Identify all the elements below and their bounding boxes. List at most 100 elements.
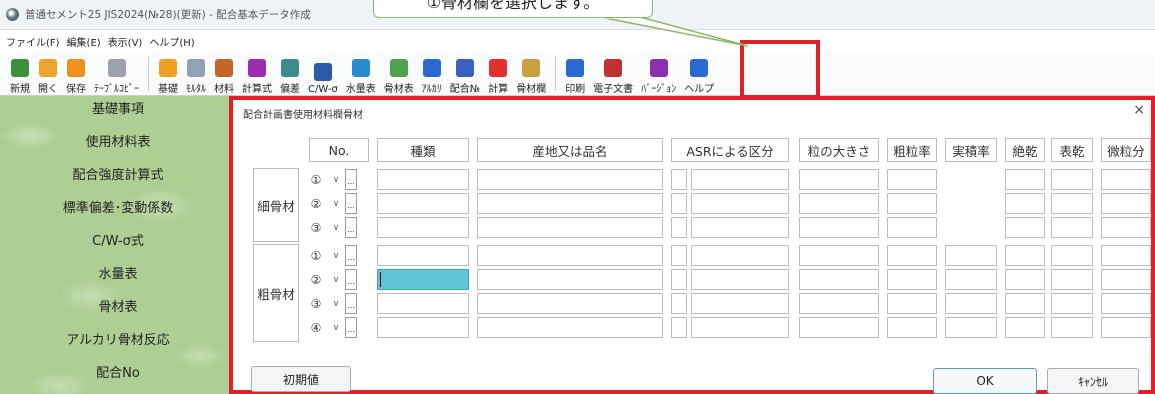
table-cell[interactable] [887,193,937,214]
chevron-down-icon[interactable]: ∨ [329,269,343,290]
table-cell[interactable] [1101,269,1151,290]
table-cell[interactable] [887,169,937,190]
coarse-aggregate-group: 粗骨材 [253,244,299,342]
table-cell[interactable] [887,217,937,238]
table-cell[interactable] [1051,169,1093,190]
sidebar-item-4[interactable]: C/W-σ式 [0,224,236,254]
table-cell[interactable] [477,293,663,314]
table-cell[interactable] [799,317,879,338]
sidebar-item-0[interactable]: 基礎事項 [0,92,236,122]
table-cell[interactable] [1051,217,1093,238]
table-cell[interactable] [945,317,997,338]
browse-button[interactable]: ... [345,269,357,290]
table-cell[interactable] [377,293,469,314]
table-cell[interactable] [887,293,937,314]
table-cell[interactable] [377,217,469,238]
cancel-button[interactable]: ｷｬﾝｾﾙ [1047,368,1139,394]
table-cell[interactable] [671,169,687,190]
table-cell[interactable] [691,269,789,290]
table-cell[interactable] [799,245,879,266]
table-cell[interactable] [945,245,997,266]
table-cell[interactable] [671,317,687,338]
browse-button[interactable]: ... [345,293,357,314]
table-cell[interactable] [945,293,997,314]
browse-button[interactable]: ... [345,217,357,238]
sidebar-item-7[interactable]: アルカリ骨材反応 [0,323,236,353]
gear-icon [159,59,177,77]
table-cell[interactable] [799,293,879,314]
browse-button[interactable]: ... [345,317,357,338]
chevron-down-icon[interactable]: ∨ [329,193,343,214]
table-cell[interactable] [671,245,687,266]
table-cell[interactable] [1101,317,1151,338]
sidebar-item-6[interactable]: 骨材表 [0,290,236,320]
chevron-down-icon[interactable]: ∨ [329,217,343,238]
chevron-down-icon[interactable]: ∨ [329,245,343,266]
sidebar-item-5[interactable]: 水量表 [0,257,236,287]
browse-button[interactable]: ... [345,245,357,266]
table-cell[interactable] [799,217,879,238]
row-number: ③ [310,220,322,235]
close-icon[interactable]: × [1133,102,1145,118]
table-cell[interactable] [691,245,789,266]
mortar-icon [187,59,205,77]
table-cell[interactable] [1101,293,1151,314]
table-cell[interactable] [691,317,789,338]
formula-icon [248,59,266,77]
table-cell[interactable] [477,217,663,238]
row-number: ① [310,172,322,187]
table-cell[interactable] [1005,269,1045,290]
table-cell[interactable] [477,169,663,190]
table-cell[interactable] [691,217,789,238]
sidebar-item-3[interactable]: 標準偏差･変動係数 [0,191,236,221]
table-cell[interactable] [377,245,469,266]
chevron-down-icon[interactable]: ∨ [329,293,343,314]
table-cell[interactable] [799,193,879,214]
table-cell[interactable] [691,169,789,190]
table-cell[interactable] [887,317,937,338]
table-cell[interactable] [1005,193,1045,214]
table-cell[interactable] [1051,317,1093,338]
table-cell[interactable] [1101,193,1151,214]
table-cell[interactable] [945,269,997,290]
table-cell[interactable] [377,269,469,290]
table-cell[interactable] [1051,293,1093,314]
table-cell[interactable] [671,269,687,290]
ok-button[interactable]: OK [933,368,1037,394]
table-cell[interactable] [1005,245,1045,266]
table-cell[interactable] [1051,193,1093,214]
sidebar-item-2[interactable]: 配合強度計算式 [0,158,236,188]
table-cell[interactable] [691,293,789,314]
chevron-down-icon[interactable]: ∨ [329,169,343,190]
table-cell[interactable] [377,317,469,338]
table-cell[interactable] [1101,245,1151,266]
table-cell[interactable] [1051,269,1093,290]
table-cell[interactable] [887,245,937,266]
table-cell[interactable] [1005,293,1045,314]
browse-button[interactable]: ... [345,169,357,190]
table-cell[interactable] [671,193,687,214]
browse-button[interactable]: ... [345,193,357,214]
sidebar-item-1[interactable]: 使用材料表 [0,125,236,155]
table-cell[interactable] [691,193,789,214]
table-cell[interactable] [377,193,469,214]
table-cell[interactable] [477,269,663,290]
table-cell[interactable] [377,169,469,190]
table-cell[interactable] [1051,245,1093,266]
sidebar-item-8[interactable]: 配合No [0,356,236,386]
table-cell[interactable] [1005,217,1045,238]
table-cell[interactable] [1101,169,1151,190]
table-cell[interactable] [799,169,879,190]
table-cell[interactable] [1005,169,1045,190]
table-cell[interactable] [477,317,663,338]
table-cell[interactable] [477,193,663,214]
table-cell[interactable] [1005,317,1045,338]
chevron-down-icon[interactable]: ∨ [329,317,343,338]
table-cell[interactable] [799,269,879,290]
table-cell[interactable] [887,269,937,290]
table-cell[interactable] [1101,217,1151,238]
table-cell[interactable] [671,293,687,314]
table-cell[interactable] [477,245,663,266]
table-cell[interactable] [671,217,687,238]
reset-button[interactable]: 初期値 [251,366,351,392]
